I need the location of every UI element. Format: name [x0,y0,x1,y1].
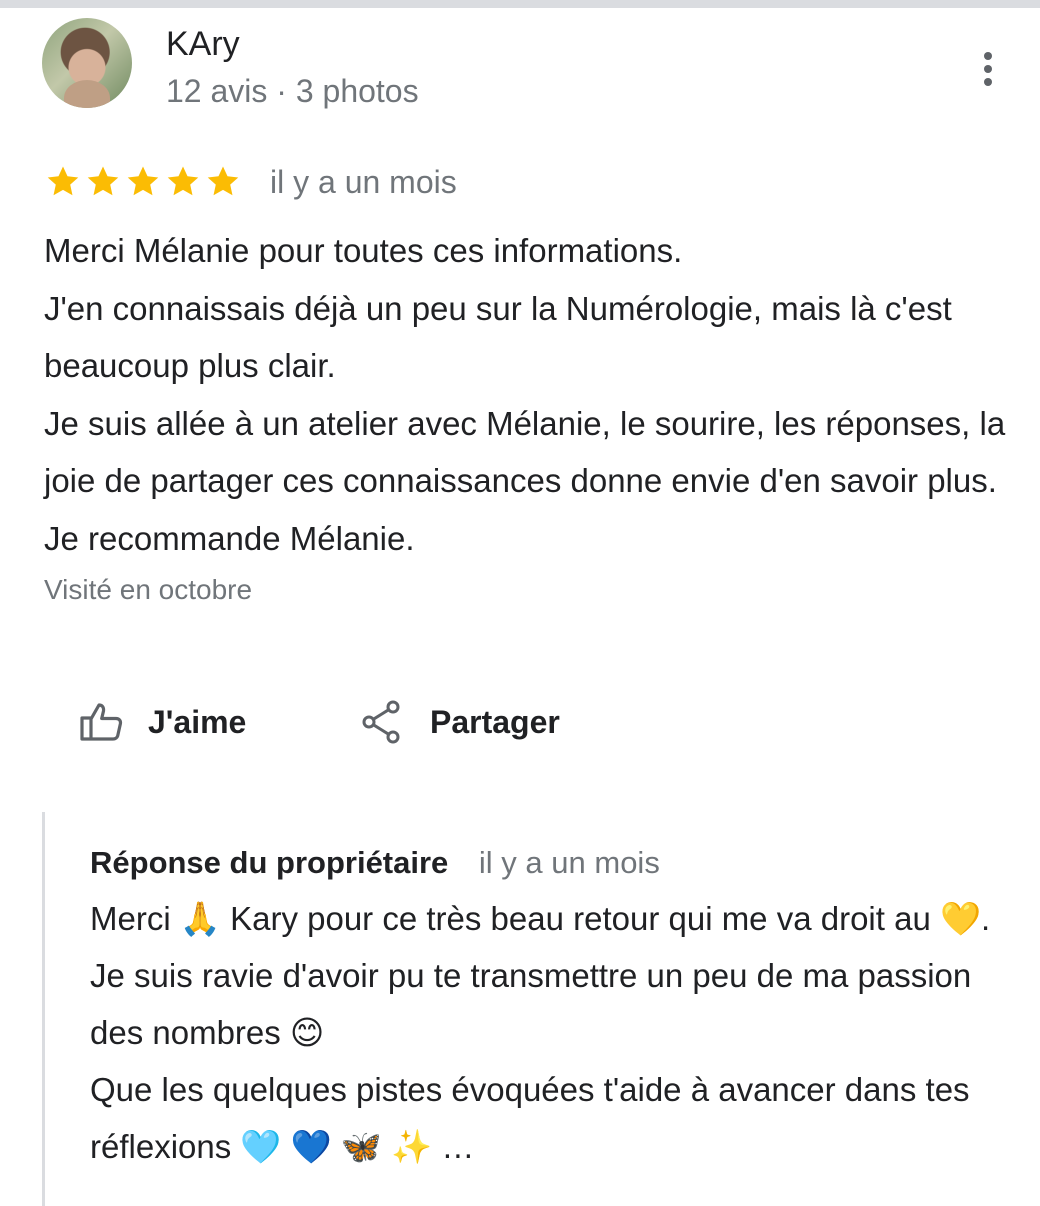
share-icon [362,700,400,744]
more-vertical-icon-dot [984,78,992,86]
review-line: Merci Mélanie pour toutes ces informatio… [44,232,683,269]
visited-date: Visité en octobre [44,574,253,605]
avatar[interactable] [42,18,132,108]
more-vertical-icon [984,52,992,60]
owner-response-line: Merci 🙏 Kary pour ce très beau retour qu… [90,900,991,1051]
owner-response-time: il y a un mois [478,845,660,880]
owner-response-header: Réponse du propriétaire il y a un mois [90,842,660,884]
owner-response-title: Réponse du propriétaire [90,845,449,880]
owner-response-border [42,812,45,1206]
thumb-up-icon [80,703,123,741]
review-time: il y a un mois [270,164,457,200]
star-icon [127,166,159,196]
more-options-button[interactable] [970,48,1006,90]
review-text: Merci Mélanie pour toutes ces informatio… [44,222,1019,567]
author-name[interactable]: KAry [166,24,240,64]
star-icon [207,166,239,196]
owner-response-text: Merci 🙏 Kary pour ce très beau retour qu… [90,890,1020,1175]
top-divider [0,0,1040,8]
share-button[interactable]: Partager [358,698,560,746]
review-line: Je suis allée à un atelier avec Mélanie,… [44,404,1006,557]
star-icon [167,166,199,196]
like-button[interactable]: J'aime [78,698,246,746]
like-label: J'aime [148,704,247,740]
star-icon [87,166,119,196]
more-vertical-icon-dot [984,65,992,73]
star-rating [44,163,242,201]
rating-row: il y a un mois [44,162,457,202]
owner-response-line: Que les quelques pistes évoquées t'aide … [90,1071,970,1165]
review-line: J'en connaissais déjà un peu sur la Numé… [44,289,952,385]
author-meta[interactable]: 12 avis · 3 photos [166,72,419,110]
share-label: Partager [430,704,560,740]
star-icon [47,166,79,196]
